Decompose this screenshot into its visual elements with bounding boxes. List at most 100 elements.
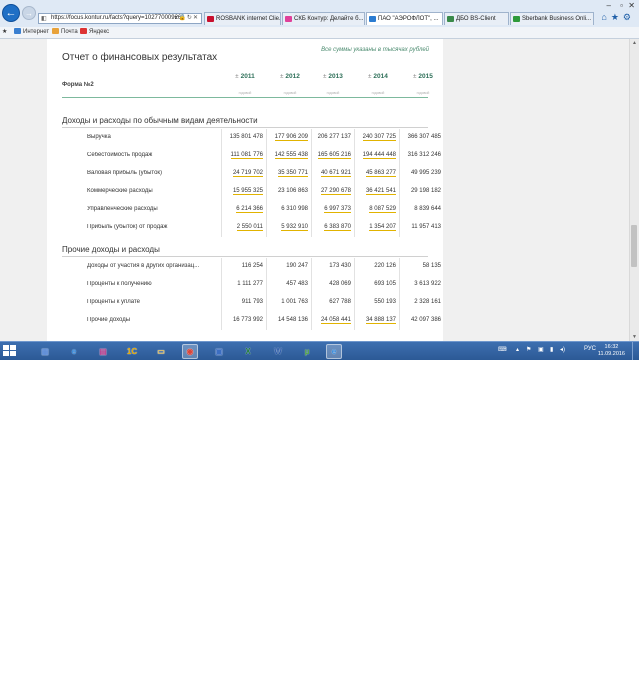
value-text: 45 863 277 xyxy=(365,170,396,177)
year-column-2013[interactable]: ±2013 xyxy=(313,73,353,80)
value-cell-2014[interactable]: 194 444 448 xyxy=(356,152,396,159)
browser-tab-5[interactable]: Sberbank Business Onli... xyxy=(510,12,594,25)
browser-tab-3[interactable]: ПАО "АЭРОФЛОТ", ... xyxy=(366,12,443,25)
year-column-2012[interactable]: ±2012 xyxy=(270,73,310,80)
favorite-yandex[interactable]: Яндекс xyxy=(80,27,109,38)
taskbar-app-8[interactable]: X xyxy=(240,344,256,359)
scrollbar-thumb[interactable] xyxy=(631,225,637,267)
value-cell-2012[interactable]: 177 906 209 xyxy=(268,134,308,141)
expand-toggle-icon[interactable]: ± xyxy=(235,74,238,80)
address-tools[interactable]: ▾🔒↻✕ xyxy=(174,14,199,23)
year-column-2014[interactable]: ±2014 xyxy=(358,73,398,80)
language-indicator[interactable]: РУС xyxy=(584,346,596,352)
taskbar-app-2[interactable]: e xyxy=(66,344,82,359)
value-cell-2013[interactable]: 6 997 373 xyxy=(311,206,351,213)
expand-toggle-icon[interactable]: ± xyxy=(413,74,416,80)
value-cell-2014[interactable]: 34 888 137 xyxy=(356,317,396,324)
value-cell-2011[interactable]: 15 955 325 xyxy=(223,188,263,195)
value-cell-2011[interactable]: 111 081 776 xyxy=(223,152,263,159)
value-cell-2013[interactable]: 165 605 216 xyxy=(311,152,351,159)
taskbar-app-5[interactable]: ▭ xyxy=(153,344,169,359)
row-label: Управленческие расходы xyxy=(87,206,158,212)
taskbar-app-10[interactable]: µ xyxy=(299,344,315,359)
value-text: 693 105 xyxy=(374,281,396,287)
favorite-mail[interactable]: Почта xyxy=(52,27,78,38)
table-row: Валовая прибыль (убыток) 24 719 702 35 350… xyxy=(62,165,441,183)
favorites-star-icon[interactable]: ★ xyxy=(611,12,623,22)
home-icon[interactable]: ⌂ xyxy=(601,12,610,22)
favorites-bar-star-icon[interactable]: ★ xyxy=(2,27,7,38)
value-cell-2012[interactable]: 35 350 771 xyxy=(268,170,308,177)
value-cell-2011[interactable]: 24 719 702 xyxy=(223,170,263,177)
column-separator xyxy=(266,129,267,237)
browser-tab-4[interactable]: ДБО BS-Client xyxy=(444,12,509,25)
network-icon[interactable]: ▮ xyxy=(550,346,553,353)
column-separator xyxy=(399,258,400,330)
header-divider xyxy=(62,97,428,98)
value-cell-2012: 1 001 763 xyxy=(268,299,308,305)
expand-toggle-icon[interactable]: ± xyxy=(280,74,283,80)
expand-toggle-icon[interactable]: ± xyxy=(323,74,326,80)
tray-chevron-icon[interactable]: ▴ xyxy=(516,346,519,353)
clock[interactable]: 16:32 11.09.2016 xyxy=(598,344,625,358)
maximize-icon[interactable]: ▫ xyxy=(620,1,623,10)
value-cell-2013[interactable]: 24 058 441 xyxy=(311,317,351,324)
show-desktop-button[interactable] xyxy=(632,342,639,360)
value-cell-2014[interactable]: 240 307 725 xyxy=(356,134,396,141)
year-column-2015[interactable]: ±2015 xyxy=(403,73,443,80)
value-cell-2013[interactable]: 40 671 921 xyxy=(311,170,351,177)
value-text: 240 307 725 xyxy=(362,134,396,141)
taskbar-app-7[interactable]: ▣ xyxy=(211,344,227,359)
value-text: 24 719 702 xyxy=(232,170,263,177)
back-button[interactable]: ← xyxy=(2,4,20,22)
tray-app-icon[interactable]: ▣ xyxy=(538,346,544,353)
value-cell-2014[interactable]: 8 087 529 xyxy=(356,206,396,213)
scroll-down-icon[interactable]: ▼ xyxy=(631,334,638,340)
address-bar[interactable]: ◧ https://focus.kontur.ru/facts?query=10… xyxy=(38,13,202,24)
value-cell-2014[interactable]: 36 421 541 xyxy=(356,188,396,195)
vertical-scrollbar[interactable]: ▲ ▼ xyxy=(629,39,639,341)
taskbar-app-4[interactable]: 1С xyxy=(124,344,140,359)
row-label: Валовая прибыль (убыток) xyxy=(87,170,163,176)
value-cell-2011[interactable]: 6 214 366 xyxy=(223,206,263,213)
keyboard-icon[interactable]: ⌨ xyxy=(498,346,507,353)
year-period-label: годовой xyxy=(326,91,340,95)
value-text: 627 788 xyxy=(329,299,351,305)
close-window-icon[interactable]: ✕ xyxy=(628,1,635,10)
value-cell-2013[interactable]: 6 383 870 xyxy=(311,224,351,231)
taskbar-app-3[interactable]: ▤ xyxy=(95,344,111,359)
volume-icon[interactable]: ◂) xyxy=(560,346,565,353)
value-cell-2013[interactable]: 27 290 678 xyxy=(311,188,351,195)
yandex-icon xyxy=(80,28,87,34)
value-text: 40 671 921 xyxy=(320,170,351,177)
flag-icon[interactable]: ⚑ xyxy=(526,346,531,353)
column-separator xyxy=(221,258,222,330)
taskbar-app-6[interactable]: ◉ xyxy=(182,344,198,359)
browser-tab-1[interactable]: ROSBANK internet Clie... xyxy=(204,12,281,25)
taskbar-app-9[interactable]: W xyxy=(270,344,286,359)
gear-icon[interactable]: ⚙ xyxy=(623,12,635,22)
value-cell-2012[interactable]: 142 555 438 xyxy=(268,152,308,159)
taskbar-app-1[interactable]: ▦ xyxy=(37,344,53,359)
value-text: 11 957 413 xyxy=(411,224,441,230)
value-text: 15 955 325 xyxy=(232,188,263,195)
scroll-up-icon[interactable]: ▲ xyxy=(631,40,638,46)
forward-button[interactable]: → xyxy=(22,6,36,20)
value-text: 14 548 136 xyxy=(277,317,308,323)
value-cell-2014[interactable]: 1 354 207 xyxy=(356,224,396,231)
browser-tab-2[interactable]: СКБ Контур: Делайте б... xyxy=(282,12,365,25)
value-cell-2014[interactable]: 45 863 277 xyxy=(356,170,396,177)
minimize-icon[interactable]: – xyxy=(607,1,611,10)
value-text: 6 214 366 xyxy=(236,206,263,213)
expand-toggle-icon[interactable]: ± xyxy=(368,74,371,80)
value-cell-2012[interactable]: 5 932 910 xyxy=(268,224,308,231)
value-cell-2011: 911 793 xyxy=(223,299,263,305)
browser-toolbar: ← → ◧ https://focus.kontur.ru/facts?quer… xyxy=(0,0,639,28)
favorite-internet[interactable]: Интернет xyxy=(14,27,49,38)
start-button[interactable] xyxy=(3,345,17,358)
value-text: 1 111 277 xyxy=(237,281,263,287)
year-column-2011[interactable]: ±2011 xyxy=(225,73,265,80)
value-cell-2011[interactable]: 2 550 011 xyxy=(223,224,263,231)
taskbar-app-11[interactable]: e xyxy=(326,344,342,359)
value-text: 1 001 763 xyxy=(281,299,308,305)
